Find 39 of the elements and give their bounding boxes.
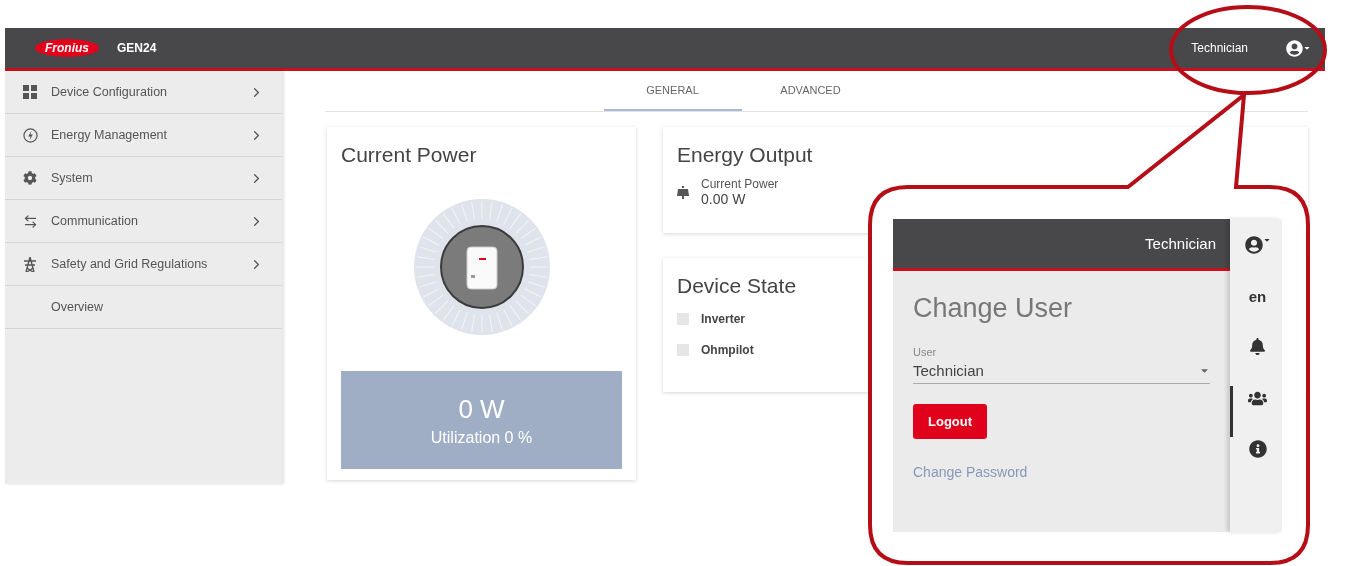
brand-logo: Fronius [35, 39, 99, 57]
pylon-icon [23, 256, 37, 272]
card-title: Current Power [341, 143, 477, 167]
device-name: Inverter [701, 312, 746, 326]
sidebar-item[interactable]: System [5, 157, 282, 200]
device-name: Ohmpilot [701, 343, 754, 357]
bolt-circle-icon [22, 127, 38, 143]
device-icon [677, 313, 689, 325]
sidebar-item[interactable]: Communication [5, 200, 282, 243]
sidebar-item[interactable]: Device Configuration [5, 71, 282, 114]
card-title: Energy Output [677, 143, 813, 167]
metric-label: Current Power [701, 177, 779, 191]
tab[interactable]: ADVANCED [741, 71, 880, 111]
language-button[interactable]: en [1248, 288, 1267, 305]
info-icon[interactable] [1248, 440, 1267, 458]
logout-button[interactable]: Logout [913, 404, 988, 439]
arrows-icon [22, 213, 38, 229]
power-value: 0 W [458, 393, 505, 425]
user-menu-icon[interactable] [1286, 39, 1311, 57]
panel-title: Change User [913, 293, 1073, 324]
device-icon [677, 344, 689, 356]
field-label: User [913, 346, 937, 358]
sidebar-item[interactable]: Energy Management [5, 114, 282, 157]
user-icon[interactable] [1244, 236, 1271, 254]
tab[interactable]: GENERAL [603, 71, 742, 111]
card-title: Device State [677, 274, 797, 298]
users-icon[interactable] [1248, 389, 1267, 408]
bell-icon[interactable] [1249, 338, 1266, 355]
user-name: Technician [1191, 41, 1248, 55]
user-name: Technician [1145, 235, 1216, 252]
sidebar-item[interactable]: Safety and Grid Regulations [5, 243, 282, 286]
sidebar-item[interactable]: Overview [5, 286, 282, 329]
user-select[interactable]: Technician [913, 358, 1210, 384]
product-name: GEN24 [117, 41, 157, 55]
metric-value: 0.00 W [701, 191, 747, 207]
gear-icon [23, 171, 37, 185]
utilization-text: Utilization 0 % [430, 428, 533, 447]
grid-icon [23, 85, 37, 99]
solar-panel-icon [677, 185, 689, 199]
